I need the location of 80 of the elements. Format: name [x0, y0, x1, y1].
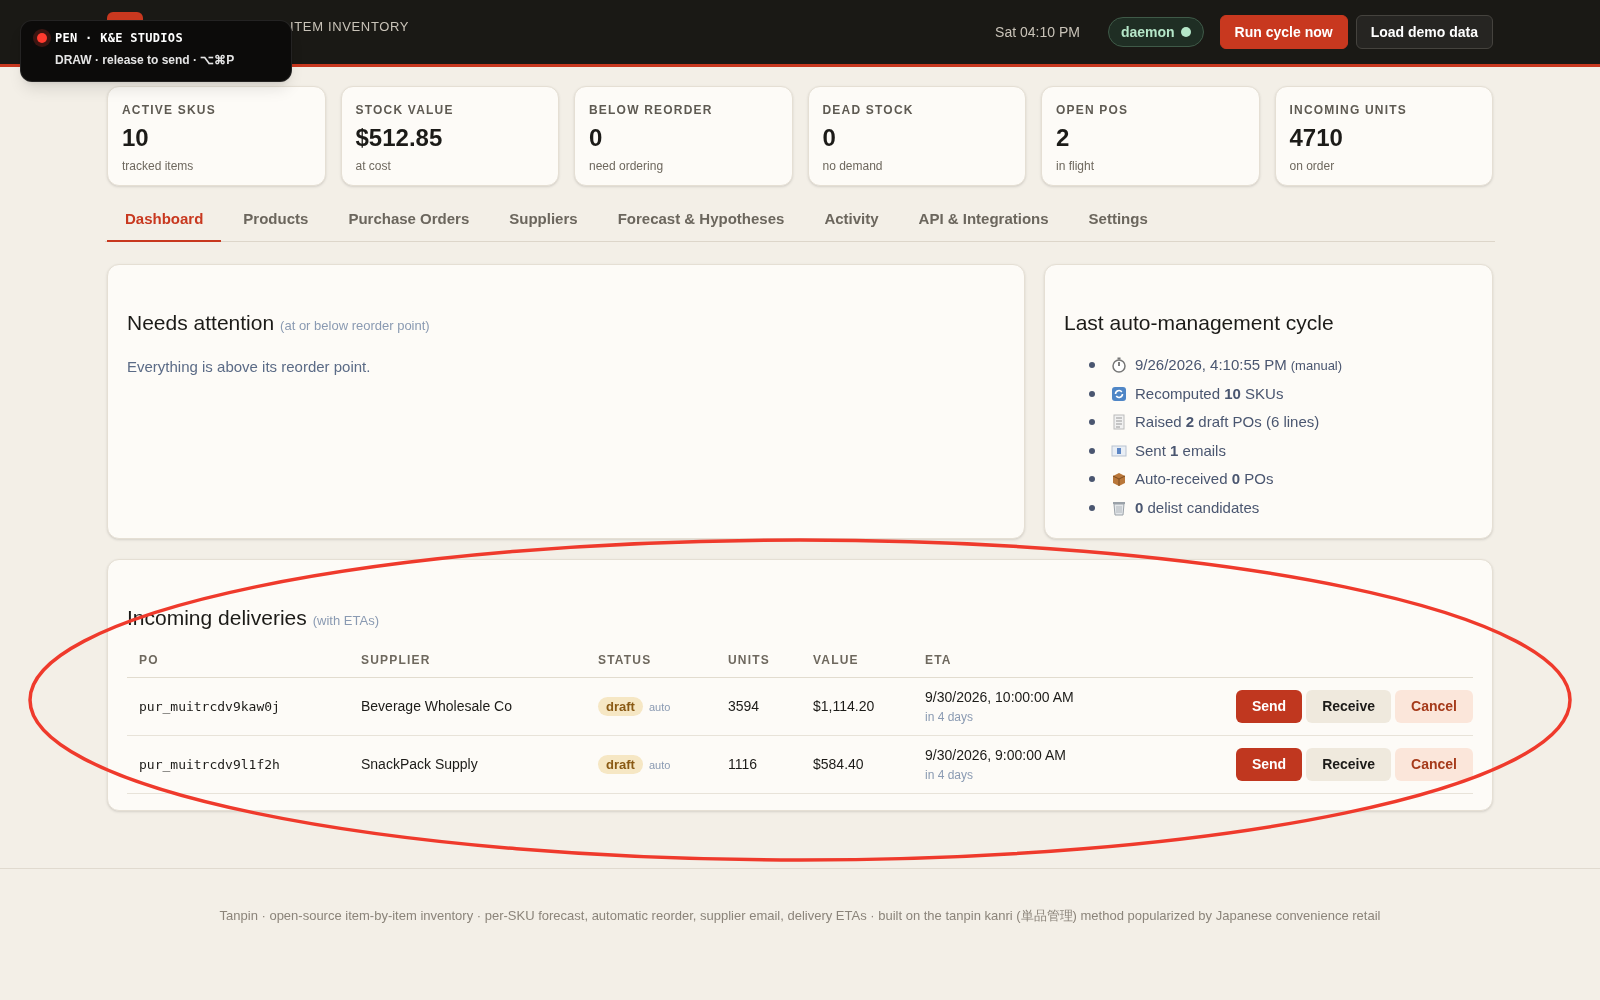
- column-header: ETA: [913, 651, 1147, 678]
- load-demo-button[interactable]: Load demo data: [1355, 15, 1493, 49]
- stat-value: 0: [822, 123, 837, 153]
- tab[interactable]: Products: [225, 204, 327, 242]
- stat-value: 10: [122, 123, 150, 153]
- tab[interactable]: Settings: [1070, 204, 1166, 242]
- send-button[interactable]: Send: [1235, 690, 1303, 723]
- table-cell: 3594: [716, 677, 801, 736]
- cycle-item-text: Auto-received 0 POs: [1135, 469, 1274, 489]
- package-icon: [1111, 471, 1127, 488]
- cycle-item-text: Sent 1 emails: [1135, 440, 1226, 461]
- eta-date: 9/30/2026, 10:00:00 AM: [925, 688, 1075, 707]
- tab[interactable]: Purchase Orders: [330, 204, 488, 242]
- stat-note: tracked items: [122, 158, 195, 175]
- envelope-icon: [1111, 442, 1127, 459]
- column-header: UNITS: [716, 651, 801, 678]
- stat-label: STOCK VALUE: [355, 102, 455, 119]
- refresh-icon: [1111, 385, 1127, 402]
- receive-button[interactable]: Receive: [1306, 748, 1392, 781]
- status-badge: draft: [598, 755, 643, 774]
- run-cycle-button[interactable]: Run cycle now: [1219, 15, 1348, 49]
- table-cell: pur_muitrcdv9l1f2h: [127, 735, 349, 794]
- overlay-title: PEN · K&E STUDIOS: [55, 30, 183, 47]
- tab[interactable]: API & Integrations: [900, 204, 1067, 242]
- app-subtitle: ITEM INVENTORY: [290, 18, 410, 37]
- stat-value: 4710: [1289, 123, 1344, 153]
- tab[interactable]: Forecast & Hypotheses: [599, 204, 803, 242]
- stat-label: DEAD STOCK: [822, 102, 915, 119]
- stat-label: ACTIVE SKUS: [122, 102, 217, 119]
- eta-date: 9/30/2026, 9:00:00 AM: [925, 746, 1067, 765]
- tab[interactable]: Activity: [806, 204, 897, 242]
- table-cell: $584.40: [801, 735, 913, 794]
- empty-message: Everything is above its reorder point.: [127, 357, 372, 377]
- column-header: SUPPLIER: [349, 651, 586, 678]
- cycle-item-text: 9/26/2026, 4:10:55 PM: [1135, 355, 1287, 375]
- stat-value: $512.85: [355, 123, 444, 153]
- footer-text: Tanpin · open-source item-by-item inventory · per-SKU forecast, automatic reorder, supplier email, delivery ETAs · built on the tanpin kanri (単品管理) method popularized by Japanese convenience retail: [219, 907, 1381, 925]
- cycle-item-text: Raised 2 draft POs (6 lines): [1135, 412, 1320, 432]
- cycle-item-note: (manual): [1290, 356, 1343, 375]
- stat-note: on order: [1289, 158, 1336, 175]
- cycle-item-text: Recomputed 10 SKUs: [1135, 383, 1284, 404]
- stat-label: OPEN POS: [1056, 102, 1130, 119]
- stopwatch-icon: [1111, 357, 1127, 374]
- card-hint: (with ETAs): [312, 611, 379, 630]
- overlay-hint: DRAW · release to send · ⌥⌘P: [54, 52, 236, 69]
- card-hint: (at or below reorder point): [280, 316, 430, 335]
- cycle-item-text: 0 delist candidates: [1135, 497, 1260, 518]
- card-title: Last auto-management cycle: [1064, 309, 1335, 336]
- table-cell: SnackPack Supply: [349, 735, 586, 794]
- stat-note: at cost: [355, 158, 392, 175]
- stat-note: need ordering: [589, 158, 665, 175]
- tab[interactable]: Dashboard: [107, 204, 222, 242]
- eta-note: in 4 days: [925, 767, 975, 784]
- table-cell: $1,114.20: [801, 677, 913, 736]
- cancel-button[interactable]: Cancel: [1395, 748, 1473, 781]
- receipt-icon: [1111, 414, 1127, 431]
- source-label: auto: [648, 701, 671, 713]
- stat-note: no demand: [822, 158, 884, 175]
- send-button[interactable]: Send: [1235, 748, 1303, 781]
- receive-button[interactable]: Receive: [1306, 690, 1392, 723]
- table-cell: 1116: [716, 735, 801, 794]
- eta-note: in 4 days: [925, 709, 975, 726]
- card-title: Needs attention: [127, 309, 275, 336]
- source-label: auto: [648, 759, 671, 771]
- stat-label: INCOMING UNITS: [1289, 102, 1408, 119]
- column-header: PO: [127, 651, 349, 678]
- stat-note: in flight: [1056, 158, 1096, 175]
- clock: Sat 04:10 PM: [995, 23, 1080, 42]
- table-cell: Beverage Wholesale Co: [349, 677, 586, 736]
- stat-label: BELOW REORDER: [589, 102, 714, 119]
- trash-can-icon: [1111, 499, 1127, 516]
- column-header: VALUE: [801, 651, 913, 678]
- status-badge: draft: [598, 697, 643, 716]
- table-cell: pur_muitrcdv9kaw0j: [127, 677, 349, 736]
- stat-value: 2: [1056, 123, 1071, 153]
- stat-value: 0: [589, 123, 604, 153]
- cancel-button[interactable]: Cancel: [1395, 690, 1473, 723]
- column-header: STATUS: [586, 651, 716, 678]
- tab[interactable]: Suppliers: [491, 204, 596, 242]
- daemon-badge: daemon: [1107, 17, 1204, 47]
